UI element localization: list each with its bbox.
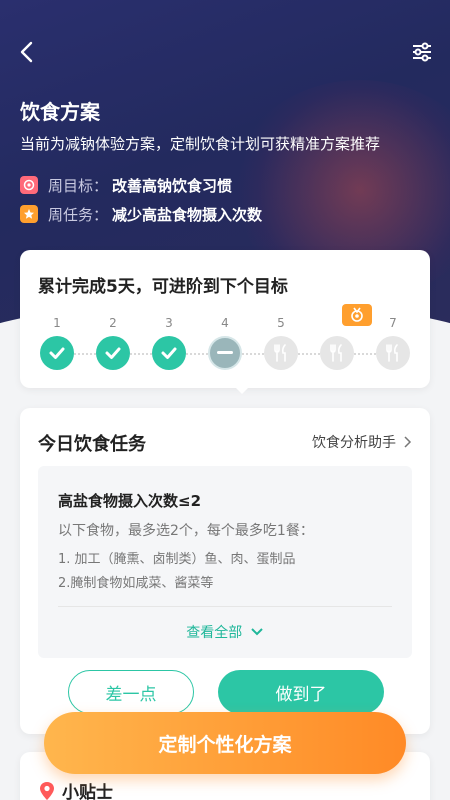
utensils-icon xyxy=(264,336,298,370)
day-number: 5 xyxy=(277,316,285,330)
task-description: 以下食物，最多选2个，每个最多吃1餐： xyxy=(58,523,314,539)
task-item-2: 2.腌制食物如咸菜、酱菜等 xyxy=(58,576,214,591)
card-pointer xyxy=(234,386,250,394)
weekly-goal-row: 周目标： 改善高钠饮食习惯 xyxy=(20,174,232,196)
back-button[interactable] xyxy=(16,40,40,64)
chevron-down-icon xyxy=(251,628,263,636)
task-title: 今日饮食任务 xyxy=(38,434,146,455)
day-2: 2 xyxy=(96,316,130,370)
tips-header: 小贴士 xyxy=(38,778,113,800)
location-pin-icon xyxy=(40,781,54,800)
day-connector xyxy=(298,353,320,355)
done-button[interactable]: 做到了 xyxy=(218,670,384,714)
day-7: 7 xyxy=(376,316,410,370)
check-icon xyxy=(40,336,74,370)
task-item-1: 1. 加工（腌熏、卤制类）鱼、肉、蛋制品 xyxy=(58,552,296,567)
see-all-button[interactable]: 查看全部 xyxy=(38,622,412,642)
almost-button[interactable]: 差一点 xyxy=(68,670,194,714)
task-card: 今日饮食任务 饮食分析助手 高盐食物摄入次数≤2 以下食物，最多选2个，每个最多… xyxy=(20,408,430,734)
see-all-label: 查看全部 xyxy=(186,625,243,641)
star-icon xyxy=(20,205,38,223)
task-heading: 高盐食物摄入次数≤2 xyxy=(58,492,202,510)
weekly-task-value: 减少高盐食物摄入次数 xyxy=(112,205,263,224)
day-connector xyxy=(186,353,208,355)
check-icon xyxy=(96,336,130,370)
day-3: 3 xyxy=(152,316,186,370)
utensils-icon xyxy=(376,336,410,370)
target-icon xyxy=(20,176,38,194)
page-title: 饮食方案 xyxy=(20,100,100,124)
day-tracker: 1 2 3 4 5 7 xyxy=(40,304,410,376)
diet-assistant-label: 饮食分析助手 xyxy=(312,435,396,451)
progress-title: 累计完成5天，可进阶到下个目标 xyxy=(38,277,288,297)
divider xyxy=(58,606,392,607)
weekly-goal-label: 周目标： xyxy=(48,176,109,195)
minus-icon xyxy=(208,336,242,370)
day-number: 3 xyxy=(165,316,173,330)
day-number: 1 xyxy=(53,316,61,330)
weekly-task-row: 周任务： 减少高盐食物摄入次数 xyxy=(20,203,262,225)
task-detail-panel: 高盐食物摄入次数≤2 以下食物，最多选2个，每个最多吃1餐： 1. 加工（腌熏、… xyxy=(38,466,412,658)
day-1: 1 xyxy=(40,316,74,370)
utensils-icon xyxy=(320,336,354,370)
check-icon xyxy=(152,336,186,370)
chevron-left-icon xyxy=(20,41,33,63)
progress-card: 累计完成5天，可进阶到下个目标 1 2 3 4 5 7 xyxy=(20,250,430,394)
chevron-right-icon xyxy=(404,436,412,448)
day-5: 5 xyxy=(264,316,298,370)
customize-plan-button[interactable]: 定制个性化方案 xyxy=(44,712,406,774)
medal-icon xyxy=(342,304,372,326)
day-connector xyxy=(354,353,376,355)
day-number: 4 xyxy=(221,316,229,330)
sliders-icon xyxy=(413,42,431,62)
filter-button[interactable] xyxy=(410,40,434,64)
page-subtitle: 当前为减钠体验方案，定制饮食计划可获精准方案推荐 xyxy=(20,135,381,153)
tips-title: 小贴士 xyxy=(62,783,113,800)
day-connector xyxy=(130,353,152,355)
day-connector xyxy=(74,353,96,355)
day-number: 7 xyxy=(389,316,397,330)
weekly-goal-value: 改善高钠饮食习惯 xyxy=(112,176,233,195)
day-number: 2 xyxy=(109,316,117,330)
day-4: 4 xyxy=(208,316,242,370)
weekly-task-label: 周任务： xyxy=(48,205,109,224)
day-connector xyxy=(242,353,264,355)
diet-assistant-link[interactable]: 饮食分析助手 xyxy=(312,432,414,452)
